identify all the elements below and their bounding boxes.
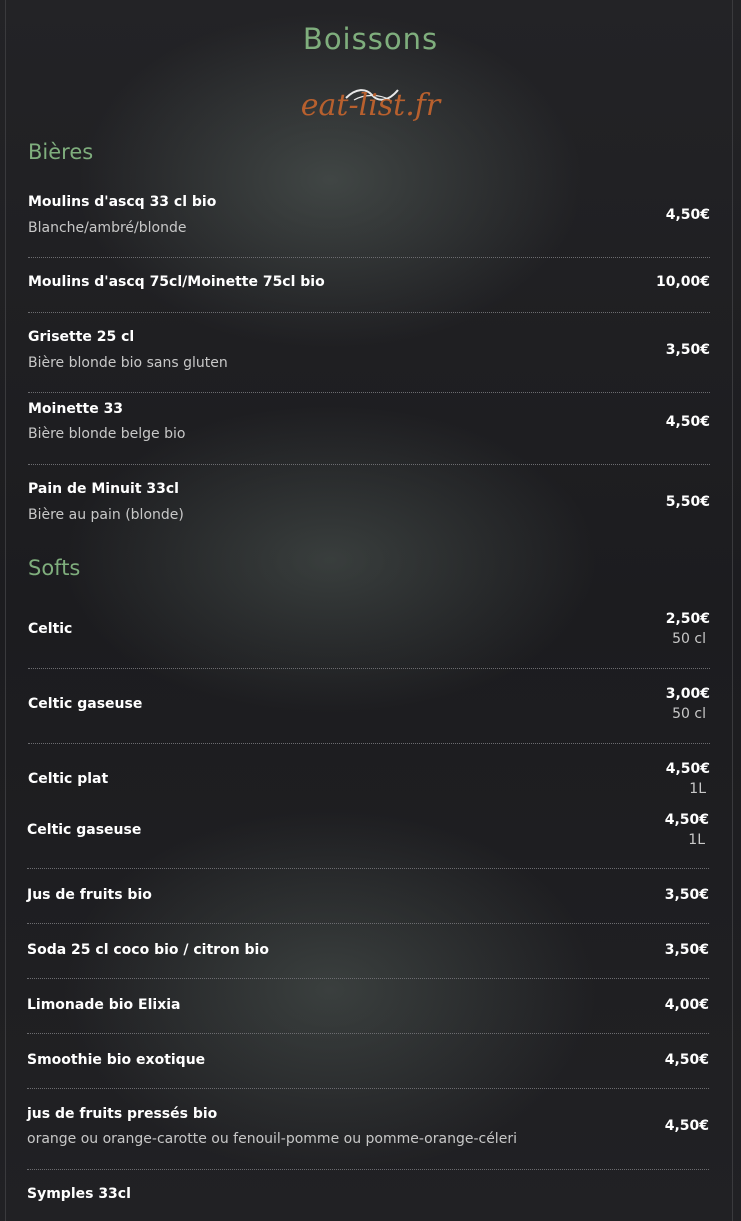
item-unit: 50 cl xyxy=(672,631,706,647)
menu-item: Grisette 25 cl Bière blonde bio sans glu… xyxy=(28,312,710,393)
item-name: Celtic xyxy=(28,621,73,637)
menu-item: Moinette 33 Bière blonde belge bio 4,50€ xyxy=(28,392,710,465)
menu-item: Celtic gaseuse 4,50€ 1L xyxy=(27,800,709,869)
item-name: Limonade bio Elixia xyxy=(27,997,181,1013)
menu-item: jus de fruits pressés bio orange ou oran… xyxy=(27,1088,709,1170)
item-name: Smoothie bio exotique xyxy=(27,1052,206,1068)
item-name: Soda 25 cl coco bio / citron bio xyxy=(27,942,269,958)
menu-item: Celtic gaseuse 3,00€ 50 cl xyxy=(28,668,710,744)
menu-item: Moulins d'ascq 75cl/Moinette 75cl bio 10… xyxy=(28,257,710,313)
menu-item: Smoothie bio exotique 4,50€ xyxy=(27,1033,709,1089)
item-description: Bière blonde belge bio xyxy=(28,426,186,442)
page-title: Boissons xyxy=(302,22,439,56)
menu-item: Limonade bio Elixia 4,00€ xyxy=(27,978,709,1034)
menu-item: Pain de Minuit 33cl Bière au pain (blond… xyxy=(28,464,710,544)
item-name: Moinette 33 xyxy=(28,401,124,417)
item-price: 4,50€ xyxy=(664,812,709,828)
menu-item: Jus de fruits bio 3,50€ xyxy=(27,868,709,924)
item-unit: 1L xyxy=(689,781,706,797)
item-name: Moulins d'ascq 33 cl bio xyxy=(28,194,217,210)
item-name: Moulins d'ascq 75cl/Moinette 75cl bio xyxy=(28,274,325,290)
item-name: Celtic plat xyxy=(28,771,109,787)
item-name: jus de fruits pressés bio xyxy=(27,1106,218,1122)
item-price: 4,50€ xyxy=(665,414,710,430)
site-logo: eat-list.fr xyxy=(300,88,441,123)
item-price: 4,00€ xyxy=(664,997,709,1013)
item-unit: 1L xyxy=(688,832,705,848)
item-price: 10,00€ xyxy=(655,274,710,290)
menu-item: Symples 33cl xyxy=(27,1169,709,1221)
item-name: Celtic gaseuse xyxy=(27,822,142,838)
item-description: Bière blonde bio sans gluten xyxy=(28,355,228,371)
item-name: Symples 33cl xyxy=(27,1186,131,1202)
item-price: 2,50€ xyxy=(665,611,710,627)
item-price: 5,50€ xyxy=(665,494,710,510)
item-name: Grisette 25 cl xyxy=(28,329,135,345)
item-price: 4,50€ xyxy=(665,761,710,777)
menu-item: Celtic 2,50€ 50 cl xyxy=(28,600,710,669)
item-description: Bière au pain (blonde) xyxy=(28,507,184,523)
item-price: 4,50€ xyxy=(664,1052,709,1068)
item-price: 4,50€ xyxy=(664,1118,709,1134)
item-price: 3,50€ xyxy=(665,342,710,358)
item-name: Pain de Minuit 33cl xyxy=(28,481,179,497)
item-unit: 50 cl xyxy=(672,706,706,722)
item-price: 3,50€ xyxy=(664,942,709,958)
item-name: Jus de fruits bio xyxy=(27,887,152,903)
menu-item: Soda 25 cl coco bio / citron bio 3,50€ xyxy=(27,923,709,979)
item-description: Blanche/ambré/blonde xyxy=(28,220,187,236)
item-price: 3,50€ xyxy=(664,887,709,903)
menu-item: Celtic plat 4,50€ 1L xyxy=(28,743,710,800)
section-title-bieres: Bières xyxy=(28,140,94,164)
item-description: orange ou orange-carotte ou fenouil-pomm… xyxy=(27,1131,517,1147)
item-name: Celtic gaseuse xyxy=(28,696,143,712)
menu-item: Moulins d'ascq 33 cl bio Blanche/ambré/b… xyxy=(28,185,710,258)
section-title-softs: Softs xyxy=(28,556,81,580)
item-price: 4,50€ xyxy=(665,207,710,223)
item-price: 3,00€ xyxy=(665,686,710,702)
